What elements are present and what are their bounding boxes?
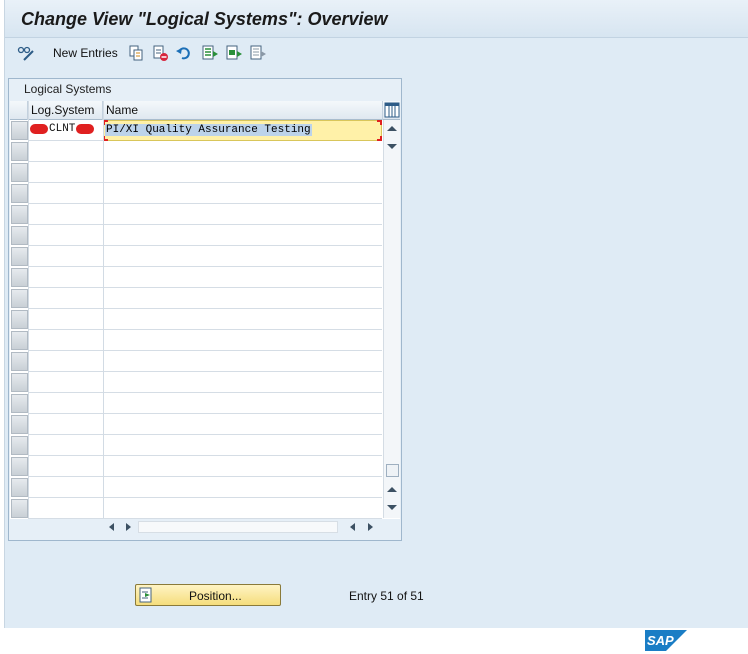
- row-selector[interactable]: [11, 478, 28, 497]
- logical-systems-panel: Logical Systems Log.System Name CLNT PI/X…: [8, 78, 402, 541]
- table-row: CLNT PI/XI Quality Assurance Testing: [28, 120, 382, 141]
- row-selector[interactable]: [11, 247, 28, 266]
- row-selector[interactable]: [11, 457, 28, 476]
- table-header: Log.System Name: [10, 101, 400, 120]
- table-row: [28, 183, 382, 204]
- scroll-left-arrow-icon[interactable]: [350, 523, 355, 531]
- select-all-button[interactable]: [201, 43, 219, 63]
- deselect-all-icon: [249, 44, 267, 62]
- scrollbar-track[interactable]: [138, 521, 338, 533]
- row-selector[interactable]: [11, 373, 28, 392]
- row-selector[interactable]: [11, 142, 28, 161]
- row-selector[interactable]: [11, 415, 28, 434]
- row-selector[interactable]: [11, 121, 28, 140]
- scroll-up-arrow-icon[interactable]: [387, 487, 397, 492]
- table-row: [28, 246, 382, 267]
- select-all-icon: [201, 44, 219, 62]
- panel-title: Logical Systems: [24, 82, 112, 96]
- column-divider: [28, 101, 29, 518]
- table-settings-icon[interactable]: [384, 102, 400, 118]
- log-system-cell[interactable]: CLNT: [30, 123, 95, 135]
- row-selector[interactable]: [11, 352, 28, 371]
- scroll-down-arrow-icon[interactable]: [387, 505, 397, 510]
- row-selector[interactable]: [11, 205, 28, 224]
- logical-systems-table: Log.System Name CLNT PI/XI Quality Assura…: [10, 101, 400, 519]
- table-row: [28, 162, 382, 183]
- table-row: [28, 267, 382, 288]
- log-system-value: CLNT: [49, 123, 76, 135]
- table-row: [28, 498, 382, 519]
- table-row: [28, 330, 382, 351]
- copy-as-button[interactable]: [127, 43, 145, 63]
- table-row: [28, 204, 382, 225]
- table-row: [28, 414, 382, 435]
- glasses-pencil-icon: [17, 44, 35, 62]
- copy-icon: [127, 44, 145, 62]
- new-entries-button[interactable]: New Entries: [45, 43, 118, 63]
- table-row: [28, 393, 382, 414]
- new-entries-label: New Entries: [53, 46, 118, 60]
- horizontal-scrollbar[interactable]: [104, 519, 382, 536]
- page-title: Change View "Logical Systems": Overview: [21, 9, 388, 29]
- svg-text:SAP: SAP: [647, 633, 674, 648]
- focus-corner-marker: [377, 120, 382, 125]
- entry-counter: Entry 51 of 51: [349, 589, 424, 603]
- table-row: [28, 435, 382, 456]
- row-selector[interactable]: [11, 310, 28, 329]
- table-row: [28, 456, 382, 477]
- row-selector[interactable]: [11, 436, 28, 455]
- row-selector[interactable]: [11, 184, 28, 203]
- delete-button[interactable]: [151, 43, 169, 63]
- vertical-scrollbar[interactable]: [383, 120, 400, 518]
- table-row: [28, 351, 382, 372]
- row-selector[interactable]: [11, 163, 28, 182]
- row-selector[interactable]: [11, 289, 28, 308]
- sap-logo: SAP: [645, 630, 687, 651]
- table-row: [28, 141, 382, 162]
- row-selector[interactable]: [11, 226, 28, 245]
- title-bar: Change View "Logical Systems": Overview: [5, 0, 748, 38]
- scroll-right-arrow-icon[interactable]: [126, 523, 131, 531]
- table-row: [28, 477, 382, 498]
- position-button[interactable]: Position...: [135, 584, 281, 606]
- column-divider: [103, 101, 104, 518]
- row-selector[interactable]: [11, 331, 28, 350]
- column-header-log-system[interactable]: Log.System: [28, 101, 103, 120]
- scroll-right-arrow-icon[interactable]: [368, 523, 373, 531]
- table-row: [28, 372, 382, 393]
- name-input-field[interactable]: PI/XI Quality Assurance Testing: [103, 120, 382, 141]
- undo-icon: [175, 44, 193, 62]
- redaction-mark: [30, 124, 48, 134]
- row-selector[interactable]: [11, 394, 28, 413]
- table-row: [28, 288, 382, 309]
- application-toolbar: New Entries: [5, 40, 748, 66]
- scrollbar-thumb[interactable]: [386, 464, 399, 477]
- table-row: [28, 225, 382, 246]
- scroll-down-arrow-icon[interactable]: [387, 144, 397, 149]
- undo-change-button[interactable]: [175, 43, 193, 63]
- delete-icon: [151, 44, 169, 62]
- scroll-left-arrow-icon[interactable]: [109, 523, 114, 531]
- name-value: PI/XI Quality Assurance Testing: [105, 124, 312, 136]
- row-selector[interactable]: [11, 499, 28, 518]
- select-block-icon: [225, 44, 243, 62]
- display-change-button[interactable]: [17, 43, 35, 63]
- position-button-label: Position...: [189, 589, 242, 603]
- table-row: [28, 309, 382, 330]
- column-header-name[interactable]: Name: [103, 101, 383, 120]
- app-window: Change View "Logical Systems": Overview …: [4, 0, 748, 628]
- select-all-rows-button[interactable]: [10, 101, 28, 120]
- select-block-button[interactable]: [225, 43, 243, 63]
- position-icon: [139, 587, 155, 603]
- redaction-mark: [76, 124, 95, 134]
- scroll-up-arrow-icon[interactable]: [387, 126, 397, 131]
- row-selector[interactable]: [11, 268, 28, 287]
- deselect-all-button[interactable]: [249, 43, 267, 63]
